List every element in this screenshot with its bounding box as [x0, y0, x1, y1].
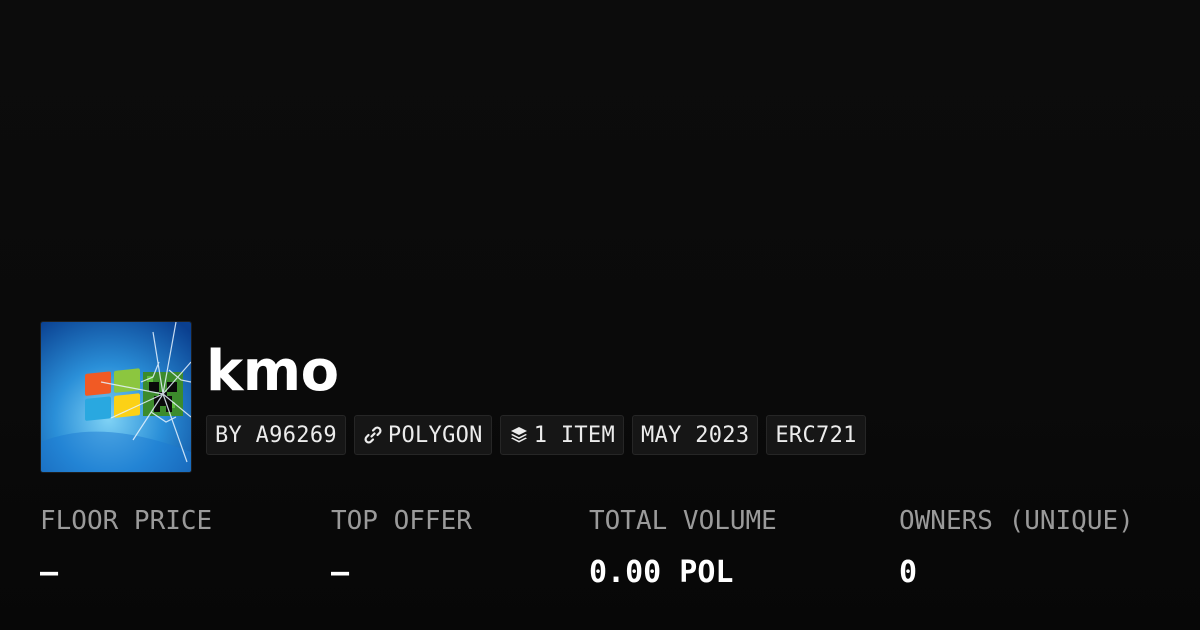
- collection-avatar: [40, 321, 192, 473]
- standard-chip: ERC721: [766, 415, 866, 455]
- items-label: 1 ITEM: [533, 422, 616, 448]
- creator-label: BY A96269: [215, 422, 337, 448]
- link-icon: [364, 426, 382, 444]
- top-offer-stat: TOP OFFER –: [331, 503, 472, 593]
- chain-chip[interactable]: POLYGON: [353, 415, 492, 455]
- owners-stat: OWNERS (UNIQUE) 0: [899, 503, 1134, 593]
- items-chip[interactable]: 1 ITEM: [499, 415, 625, 455]
- date-label: MAY 2023: [641, 422, 750, 448]
- floor-price-value: –: [40, 555, 59, 590]
- owners-label: OWNERS (UNIQUE): [899, 506, 1134, 536]
- collection-image: [41, 322, 191, 472]
- owners-value: 0: [899, 555, 918, 590]
- layers-icon: [510, 427, 527, 443]
- date-chip: MAY 2023: [632, 415, 759, 455]
- total-volume-value: 0.00 POL: [589, 555, 734, 590]
- collection-title: kmo: [206, 339, 339, 404]
- floor-price-stat: FLOOR PRICE –: [40, 503, 212, 593]
- creator-chip[interactable]: BY A96269: [206, 415, 346, 455]
- total-volume-label: TOTAL VOLUME: [589, 506, 777, 536]
- top-offer-label: TOP OFFER: [331, 506, 472, 536]
- chain-label: POLYGON: [387, 422, 483, 448]
- top-offer-value: –: [331, 555, 350, 590]
- floor-price-label: FLOOR PRICE: [40, 506, 213, 536]
- collection-meta-chips: BY A96269 POLYGON 1 ITEM MAY 2023 ERC721: [206, 415, 866, 455]
- standard-label: ERC721: [775, 422, 857, 448]
- total-volume-stat: TOTAL VOLUME 0.00 POL: [589, 503, 777, 593]
